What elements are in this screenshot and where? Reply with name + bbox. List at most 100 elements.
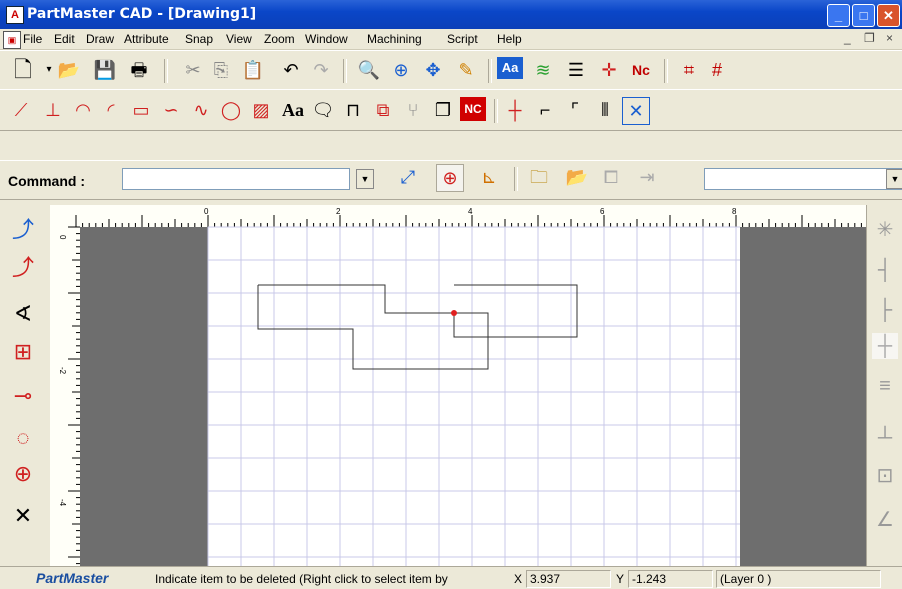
horizontal-ruler (50, 205, 866, 227)
menu-script[interactable]: Script (447, 32, 478, 46)
compass-icon[interactable]: A (6, 6, 24, 24)
ruler-label: 0 (58, 235, 67, 240)
align-right-icon[interactable]: ├ (872, 297, 898, 323)
ruler-label: -4 (58, 499, 67, 507)
menu-file[interactable]: File (23, 32, 42, 46)
layer-dropdown-button[interactable]: ▼ (886, 169, 902, 189)
rectangle-icon[interactable]: ▭ (128, 97, 154, 123)
drawing-canvas[interactable]: 0 2 4 6 8 0 -2 -4 (50, 205, 866, 570)
undo-icon[interactable]: ↶ (278, 57, 304, 83)
line-icon[interactable]: ⟋ (8, 97, 34, 123)
mdi-minimize-button[interactable]: _ (844, 31, 851, 45)
snap-grid-icon[interactable]: ⊞ (10, 339, 36, 365)
minimize-button[interactable]: _ (827, 4, 850, 27)
snap-circle-icon[interactable]: ◌ (10, 425, 36, 451)
open-folder-icon[interactable]: 📂 (56, 57, 82, 83)
close-button[interactable]: ✕ (877, 4, 900, 27)
edit-pencil-icon[interactable]: ✎ (453, 57, 479, 83)
vertical-icon[interactable]: ┴ (872, 425, 898, 451)
menu-edit[interactable]: Edit (54, 32, 75, 46)
frame-icon[interactable]: ⊡ (872, 463, 898, 489)
nc-program-icon[interactable]: NC (460, 97, 486, 121)
line-perp-icon[interactable]: ⊥ (40, 97, 66, 123)
command-input[interactable] (122, 168, 350, 190)
maximize-button[interactable]: □ (852, 4, 875, 27)
snap-angle-icon[interactable]: ∢ (10, 301, 36, 327)
note-icon[interactable]: 🗨 (310, 97, 336, 123)
polyline-icon[interactable]: ∽ (158, 97, 184, 123)
angle-icon[interactable]: ∠ (872, 507, 898, 533)
corner-icon[interactable]: ⌐ (532, 97, 558, 123)
zoom-in-icon[interactable]: ⊕ (388, 57, 414, 83)
print-icon[interactable]: 🖶 (126, 57, 152, 83)
cross-icon[interactable]: ✳ (872, 217, 898, 243)
ruler-label: 8 (732, 207, 737, 216)
separator (343, 59, 347, 83)
mdi-close-button[interactable]: × (886, 31, 893, 45)
align-center-icon[interactable]: ┼ (872, 333, 898, 359)
menu-attribute[interactable]: Attribute (124, 32, 169, 46)
hatch-icon[interactable]: ▨ (248, 97, 274, 123)
layers-icon[interactable]: ≋ (530, 57, 556, 83)
copy-icon[interactable]: ⎘ (208, 57, 234, 83)
spline-icon[interactable]: ∿ (188, 97, 214, 123)
menu-machining[interactable]: Machining (367, 32, 422, 46)
ruler-label: 2 (336, 207, 341, 216)
arc-icon[interactable]: ◠ (70, 97, 96, 123)
coordinate-icon[interactable]: ⊾ (476, 164, 502, 190)
drawing-area[interactable]: 0 2 4 6 8 0 -2 -4 (50, 205, 866, 570)
snap-intersection-icon[interactable]: ✕ (10, 503, 36, 529)
break-icon[interactable]: ⦀ (592, 97, 618, 123)
separator (664, 59, 668, 83)
text-style-icon[interactable]: Aa (497, 57, 523, 79)
open-folder-icon[interactable]: 📂 (564, 164, 590, 190)
document-icon[interactable]: ▣ (3, 31, 21, 49)
tree-icon[interactable]: ⑂ (400, 97, 426, 123)
target-icon[interactable]: ⊕ (436, 164, 464, 192)
arc-tangent-icon[interactable]: ◜ (98, 97, 124, 123)
open-file-icon[interactable]: 🗀 (526, 164, 552, 190)
snap-point-icon[interactable]: ⤢ (395, 164, 421, 190)
fillet-icon[interactable]: ⌜ (562, 97, 588, 123)
line-style-icon[interactable]: ☰ (563, 57, 589, 83)
text-icon[interactable]: Aa (280, 97, 306, 123)
ruler-label: 4 (468, 207, 473, 216)
redo-icon[interactable]: ↷ (308, 57, 334, 83)
new-document-icon[interactable]: 🗋 (10, 57, 36, 83)
paste-icon[interactable]: 📋 (240, 57, 266, 83)
snap-midpoint-icon[interactable]: ⤴ (10, 255, 36, 281)
pan-icon[interactable]: ✥ (420, 57, 446, 83)
menu-window[interactable]: Window (305, 32, 348, 46)
copy-obj-icon[interactable]: ❐ (430, 97, 456, 123)
snap-center-icon[interactable]: ⊸ (10, 383, 36, 409)
network-icon[interactable]: ⧠ (598, 164, 624, 190)
grid-icon[interactable]: ⌗ (676, 57, 702, 83)
equal-icon[interactable]: ≡ (872, 373, 898, 399)
constraint-toolbar: ✳ ┤ ├ ┼ ≡ ┴ ⊡ ∠ (866, 205, 902, 570)
cross-snap-icon[interactable]: ┼ (502, 97, 528, 123)
command-dropdown-button[interactable]: ▼ (356, 169, 374, 189)
zoom-icon[interactable]: 🔍 (356, 57, 382, 83)
save-icon[interactable]: 💾 (92, 57, 118, 83)
menu-help[interactable]: Help (497, 32, 522, 46)
nc-icon[interactable]: Nc (628, 57, 654, 83)
disable-snap-icon[interactable]: ✕ (622, 97, 650, 125)
window-title: PartMaster CAD - [Drawing1] (27, 6, 257, 22)
menu-view[interactable]: View (226, 32, 252, 46)
import-icon[interactable]: ⇥ (634, 164, 660, 190)
layer-combo[interactable] (704, 168, 902, 190)
menu-draw[interactable]: Draw (86, 32, 114, 46)
mdi-restore-button[interactable]: ❐ (864, 31, 875, 45)
snap-endpoint-icon[interactable]: ⤴ (10, 217, 36, 243)
grid-dim-icon[interactable]: # (704, 57, 730, 83)
sheet-margin-right (740, 227, 866, 570)
menu-zoom[interactable]: Zoom (264, 32, 295, 46)
align-left-icon[interactable]: ┤ (872, 257, 898, 283)
menu-snap[interactable]: Snap (185, 32, 213, 46)
snap-quadrant-icon[interactable]: ⊕ (10, 461, 36, 487)
cut-icon[interactable]: ✂ (180, 57, 206, 83)
dimension-icon[interactable]: ⊓ (340, 97, 366, 123)
circle-icon[interactable]: ◯ (218, 97, 244, 123)
block-icon[interactable]: ⧉ (370, 97, 396, 123)
crosshair-icon[interactable]: ✛ (596, 57, 622, 83)
